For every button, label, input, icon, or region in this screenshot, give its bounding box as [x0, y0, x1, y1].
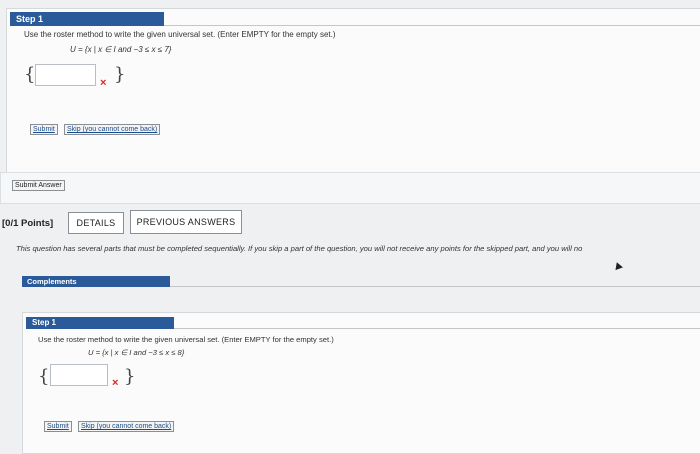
step1-bottom-rule [174, 328, 700, 329]
step1-bottom-instruction: Use the roster method to write the given… [38, 335, 334, 344]
step1-bottom-brace-close: } [124, 366, 136, 387]
step1-top-brace-open: { [24, 64, 36, 85]
submit-answer-button[interactable]: Submit Answer [12, 180, 65, 191]
step1-bottom-skip-button[interactable]: Skip (you cannot come back) [78, 421, 175, 432]
step1-top-answer-input[interactable] [35, 64, 96, 86]
complements-rule [170, 286, 700, 287]
details-button[interactable]: DETAILS [68, 212, 124, 234]
step1-bottom-answer-input[interactable] [50, 364, 108, 386]
step1-top-set-definition: U = {x | x ∈ I and −3 ≤ x ≤ 7} [70, 45, 172, 54]
step1-top-skip-button[interactable]: Skip (you cannot come back) [64, 124, 161, 135]
points-label: [0/1 Points] [2, 218, 54, 229]
cursor-icon [613, 260, 623, 271]
step1-top-rule [164, 25, 700, 26]
step1-top-incorrect-icon: × [100, 77, 107, 89]
complements-label: Complements [22, 276, 170, 287]
step1-bottom-submit-button[interactable]: Submit [44, 421, 72, 432]
step1-bottom-brace-open: { [38, 366, 50, 387]
step1-top-instruction: Use the roster method to write the given… [24, 30, 336, 39]
submit-answer-area [0, 172, 700, 204]
step1-bottom-set-definition: U = {x | x ∈ I and −3 ≤ x ≤ 8} [88, 348, 185, 357]
sequential-parts-notice: This question has several parts that mus… [16, 244, 583, 253]
step1-top-submit-button[interactable]: Submit [30, 124, 58, 135]
step1-bottom-incorrect-icon: × [112, 377, 119, 389]
step1-top-brace-close: } [114, 64, 126, 85]
step1-bottom-label: Step 1 [26, 317, 174, 329]
step1-top-label: Step 1 [10, 12, 164, 26]
previous-answers-button[interactable]: PREVIOUS ANSWERS [130, 210, 242, 234]
